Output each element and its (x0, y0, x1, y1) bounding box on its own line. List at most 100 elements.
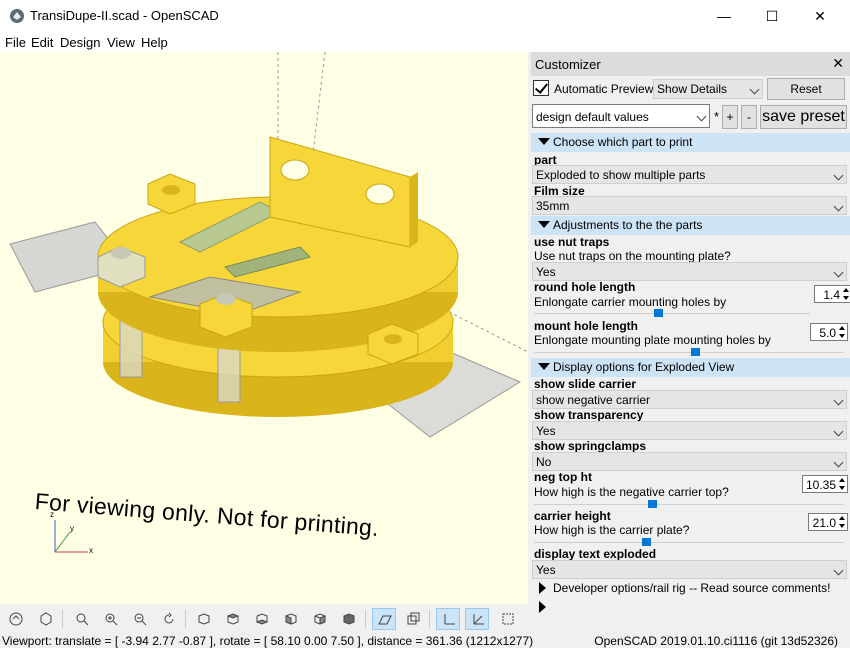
menu-edit[interactable]: Edit (31, 35, 53, 50)
close-window-button[interactable]: ✕ (797, 0, 843, 32)
add-preset-button[interactable]: + (722, 105, 738, 129)
param-name: mount hole length (534, 319, 638, 333)
customizer-title: Customizer (535, 57, 601, 72)
group-choose-part[interactable]: Choose which part to print (531, 133, 850, 152)
mount-hole-value: 5.0 (819, 326, 836, 340)
slide-carrier-dropdown[interactable]: show negative carrier (532, 390, 847, 409)
group-title: Display options for Exploded View (553, 360, 735, 374)
preset-value: design default values (536, 110, 649, 124)
display-text-dropdown[interactable]: Yes (532, 560, 847, 579)
view-left-icon[interactable] (279, 608, 303, 630)
film-size-value: 35mm (536, 199, 570, 213)
view-all-icon[interactable] (70, 608, 94, 630)
group-title: Choose which part to print (553, 135, 693, 149)
spin-up-icon[interactable] (839, 478, 845, 482)
chevron-down-icon (833, 267, 844, 278)
save-preset-button[interactable]: save preset (760, 105, 847, 129)
spin-down-icon[interactable] (839, 334, 845, 338)
toolbar-separator (365, 610, 366, 628)
axis-label-x: x (89, 546, 93, 555)
toolbar-separator (185, 610, 186, 628)
show-axes-icon[interactable] (436, 608, 460, 630)
menu-view[interactable]: View (107, 35, 135, 50)
round-hole-spinbox[interactable]: 1.4 (814, 285, 850, 303)
reset-button[interactable]: Reset (767, 78, 845, 100)
preview-icon[interactable] (4, 608, 28, 630)
maximize-button[interactable]: ☐ (749, 0, 795, 32)
spin-down-icon[interactable] (839, 486, 845, 490)
close-customizer-icon[interactable]: ✕ (832, 55, 844, 72)
openscad-logo-icon (10, 9, 24, 23)
minimize-button[interactable]: — (701, 0, 747, 32)
view-back-icon[interactable] (337, 608, 361, 630)
spin-down-icon[interactable] (843, 296, 849, 300)
display-text-value: Yes (536, 563, 556, 577)
expanded-triangle-icon (538, 221, 550, 228)
carrier-height-slider[interactable] (642, 538, 652, 546)
param-description: Enlongate carrier mounting holes by (534, 295, 727, 309)
round-hole-slider[interactable] (654, 309, 664, 317)
param-name: display text exploded (534, 547, 657, 561)
title-bar: TransiDupe-II.scad - OpenSCAD — ☐ ✕ (0, 0, 850, 32)
view-front-icon[interactable] (308, 608, 332, 630)
neg-top-spinbox[interactable]: 10.35 (802, 475, 848, 493)
transparency-value: Yes (536, 424, 556, 438)
carrier-height-spinbox[interactable]: 21.0 (808, 513, 848, 531)
menu-bar: File Edit Design View Help (0, 32, 850, 52)
chevron-down-icon (833, 201, 844, 212)
menu-file[interactable]: File (5, 35, 26, 50)
view-top-icon[interactable] (221, 608, 245, 630)
view-bottom-icon[interactable] (250, 608, 274, 630)
param-name: carrier height (534, 509, 611, 523)
film-size-dropdown[interactable]: 35mm (532, 196, 847, 215)
orthogonal-icon[interactable] (401, 608, 425, 630)
render-icon[interactable] (34, 608, 58, 630)
part-dropdown[interactable]: Exploded to show multiple parts (532, 165, 847, 184)
show-scale-icon[interactable] (465, 608, 489, 630)
mount-hole-spinbox[interactable]: 5.0 (810, 323, 848, 341)
customizer-header: Customizer ✕ (531, 52, 850, 76)
springclamps-dropdown[interactable]: No (532, 452, 847, 471)
param-name: show transparency (534, 408, 644, 422)
view-right-icon[interactable] (192, 608, 216, 630)
preset-dropdown[interactable]: design default values (532, 104, 710, 128)
param-name: round hole length (534, 280, 636, 294)
zoom-in-icon[interactable] (99, 608, 123, 630)
mount-hole-slider[interactable] (690, 348, 700, 356)
remove-preset-button[interactable]: - (741, 105, 757, 129)
show-edges-icon[interactable] (496, 608, 520, 630)
toolbar-separator (62, 610, 63, 628)
group-collapsed[interactable] (531, 598, 850, 617)
neg-top-slider[interactable] (648, 500, 658, 508)
transparency-dropdown[interactable]: Yes (532, 421, 847, 440)
carrier-height-slider-track (534, 542, 844, 543)
details-dropdown[interactable]: Show Details (653, 79, 763, 99)
param-name: show springclamps (534, 439, 647, 453)
spin-up-icon[interactable] (839, 516, 845, 520)
3d-viewport[interactable]: z y x For viewing only. Not for printing… (0, 52, 528, 604)
group-adjustments[interactable]: Adjustments to the the parts (531, 216, 850, 235)
reset-view-icon[interactable] (157, 608, 181, 630)
menu-help[interactable]: Help (141, 35, 168, 50)
springclamps-value: No (536, 455, 552, 469)
automatic-preview-checkbox[interactable] (533, 80, 549, 96)
collapsed-triangle-icon (539, 582, 546, 594)
nut-traps-dropdown[interactable]: Yes (532, 262, 847, 281)
details-value: Show Details (657, 82, 728, 96)
spin-down-icon[interactable] (839, 524, 845, 528)
param-description: How high is the carrier plate? (534, 523, 690, 537)
round-hole-value: 1.4 (823, 288, 840, 302)
spin-up-icon[interactable] (839, 326, 845, 330)
group-title: Developer options/rail rig -- Read sourc… (553, 581, 831, 595)
group-display-options[interactable]: Display options for Exploded View (531, 358, 850, 377)
menu-design[interactable]: Design (60, 35, 100, 50)
group-developer-options[interactable]: Developer options/rail rig -- Read sourc… (531, 579, 850, 598)
status-bar: Viewport: translate = [ -3.94 2.77 -0.87… (0, 634, 850, 648)
param-description: Enlongate mounting plate mounting holes … (534, 333, 771, 347)
spin-up-icon[interactable] (843, 288, 849, 292)
chevron-down-icon (749, 84, 760, 95)
slide-carrier-value: show negative carrier (536, 393, 651, 407)
expanded-triangle-icon (538, 363, 550, 370)
perspective-icon[interactable] (372, 608, 396, 630)
zoom-out-icon[interactable] (128, 608, 152, 630)
